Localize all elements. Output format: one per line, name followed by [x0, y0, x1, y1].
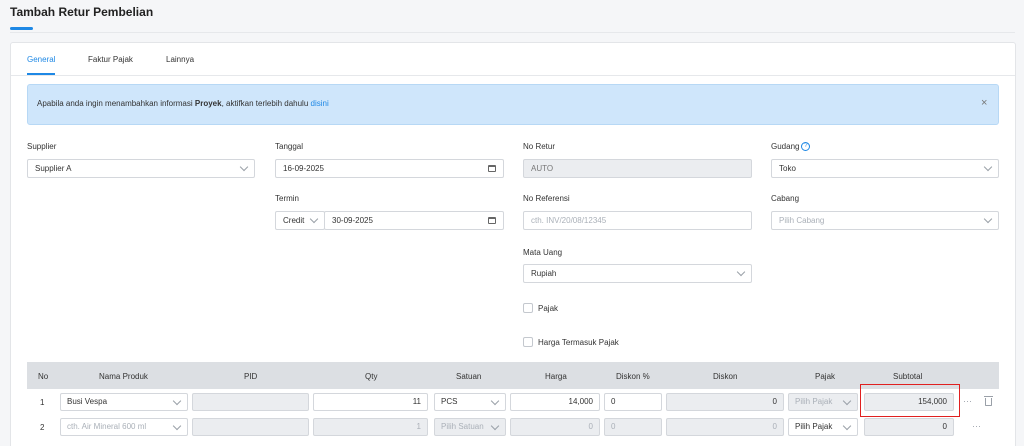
diskon-pct-value: 0	[611, 422, 616, 431]
mata-uang-select[interactable]: Rupiah	[523, 264, 752, 283]
termin-date-value: 30-09-2025	[332, 216, 373, 225]
alert-text-after: , aktifkan terlebih dahulu	[221, 99, 311, 108]
gudang-label: Gudang?	[771, 142, 811, 152]
pajak-select[interactable]: Pilih Pajak	[788, 418, 858, 436]
no-retur-label: No Retur	[523, 142, 556, 151]
qty-input[interactable]: 11	[313, 393, 428, 411]
qty-value: 1	[416, 422, 421, 431]
tanggal-value: 16-09-2025	[283, 164, 324, 173]
row-number: 2	[40, 423, 45, 432]
col-header-subtotal: Subtotal	[893, 372, 923, 381]
no-retur-field: AUTO	[523, 159, 752, 178]
diskon-field: 0	[666, 393, 784, 411]
tabs-divider	[11, 75, 1015, 76]
subtotal-field: 0	[864, 418, 954, 436]
pajak-select[interactable]: Pilih Pajak	[788, 393, 858, 411]
termin-type-value: Credit	[283, 216, 305, 225]
cabang-placeholder: Pilih Cabang	[779, 216, 825, 225]
page-title: Tambah Retur Pembelian	[10, 5, 154, 19]
col-header-pid: PID	[244, 372, 258, 381]
no-referensi-label: No Referensi	[523, 194, 570, 203]
harga-value: 14,000	[568, 397, 593, 406]
no-referensi-input[interactable]: cth. INV/20/08/12345	[523, 211, 752, 230]
alert-bold: Proyek	[194, 99, 222, 108]
pid-field	[192, 393, 309, 411]
diskon-pct-value: 0	[611, 397, 616, 406]
harga-value: 0	[588, 422, 593, 431]
active-tab-indicator	[27, 73, 55, 75]
row-number: 1	[40, 398, 45, 407]
alert-link[interactable]: disini	[311, 99, 329, 108]
supplier-select[interactable]: Supplier A	[27, 159, 255, 178]
pajak-checkbox-label: Pajak	[538, 304, 559, 313]
alert-message: Apabila anda ingin menambahkan informasi…	[37, 99, 329, 108]
no-referensi-placeholder: cth. INV/20/08/12345	[531, 216, 607, 225]
title-underline	[10, 27, 33, 30]
col-header-satuan: Satuan	[456, 372, 482, 381]
subtotal-value: 0	[942, 422, 947, 431]
close-icon[interactable]: ×	[981, 97, 987, 109]
satuan-select[interactable]: PCS	[434, 393, 506, 411]
col-header-diskon: Diskon	[713, 372, 738, 381]
gudang-value: Toko	[779, 164, 796, 173]
col-header-qty: Qty	[365, 372, 378, 381]
harga-termasuk-pajak-checkbox[interactable]	[523, 337, 533, 347]
produk-value: Busi Vespa	[67, 397, 108, 406]
tab-lainnya[interactable]: Lainnya	[166, 55, 194, 64]
termin-date-field[interactable]: 30-09-2025	[324, 211, 504, 230]
harga-input[interactable]: 0	[510, 418, 600, 436]
help-icon[interactable]: ?	[801, 142, 811, 152]
calendar-icon[interactable]	[488, 217, 496, 224]
termin-label: Termin	[275, 194, 300, 203]
col-header-no: No	[38, 372, 49, 381]
produk-select[interactable]: cth. Air Mineral 600 ml	[60, 418, 188, 436]
tanggal-field[interactable]: 16-09-2025	[275, 159, 504, 178]
harga-termasuk-pajak-label: Harga Termasuk Pajak	[538, 338, 619, 347]
col-header-harga: Harga	[545, 372, 567, 381]
divider	[10, 32, 1015, 33]
supplier-label: Supplier	[27, 142, 57, 151]
more-icon[interactable]: ···	[963, 396, 972, 406]
gudang-label-text: Gudang	[771, 142, 800, 151]
diskon-value: 0	[772, 397, 777, 406]
tab-general[interactable]: General	[27, 55, 55, 64]
qty-value: 11	[412, 397, 421, 406]
mata-uang-label: Mata Uang	[523, 248, 563, 257]
no-retur-value: AUTO	[531, 164, 554, 173]
satuan-select[interactable]: Pilih Satuan	[434, 418, 506, 436]
cabang-label: Cabang	[771, 194, 800, 203]
produk-select[interactable]: Busi Vespa	[60, 393, 188, 411]
table-header	[27, 362, 999, 389]
col-header-pajak: Pajak	[815, 372, 836, 381]
harga-input[interactable]: 14,000	[510, 393, 600, 411]
alert-text-before: Apabila anda ingin menambahkan informasi	[37, 99, 195, 108]
diskon-field: 0	[666, 418, 784, 436]
supplier-value: Supplier A	[35, 164, 72, 173]
cabang-select[interactable]: Pilih Cabang	[771, 211, 999, 230]
pajak-checkbox[interactable]	[523, 303, 533, 313]
tanggal-label: Tanggal	[275, 142, 304, 151]
col-header-nama-produk: Nama Produk	[99, 372, 148, 381]
more-icon[interactable]: ···	[972, 421, 981, 431]
calendar-icon[interactable]	[488, 165, 496, 172]
mata-uang-value: Rupiah	[531, 269, 557, 278]
trash-icon[interactable]	[984, 396, 993, 406]
diskon-value: 0	[772, 422, 777, 431]
gudang-select[interactable]: Toko	[771, 159, 999, 178]
termin-type-select[interactable]: Credit	[275, 211, 325, 230]
pid-field	[192, 418, 309, 436]
qty-input[interactable]: 1	[313, 418, 428, 436]
tab-faktur-pajak[interactable]: Faktur Pajak	[88, 55, 133, 64]
col-header-diskon-pct: Diskon %	[616, 372, 650, 381]
diskon-pct-input[interactable]: 0	[604, 393, 662, 411]
produk-placeholder: cth. Air Mineral 600 ml	[67, 422, 147, 431]
diskon-pct-input[interactable]: 0	[604, 418, 662, 436]
subtotal-highlight-box	[860, 384, 960, 417]
